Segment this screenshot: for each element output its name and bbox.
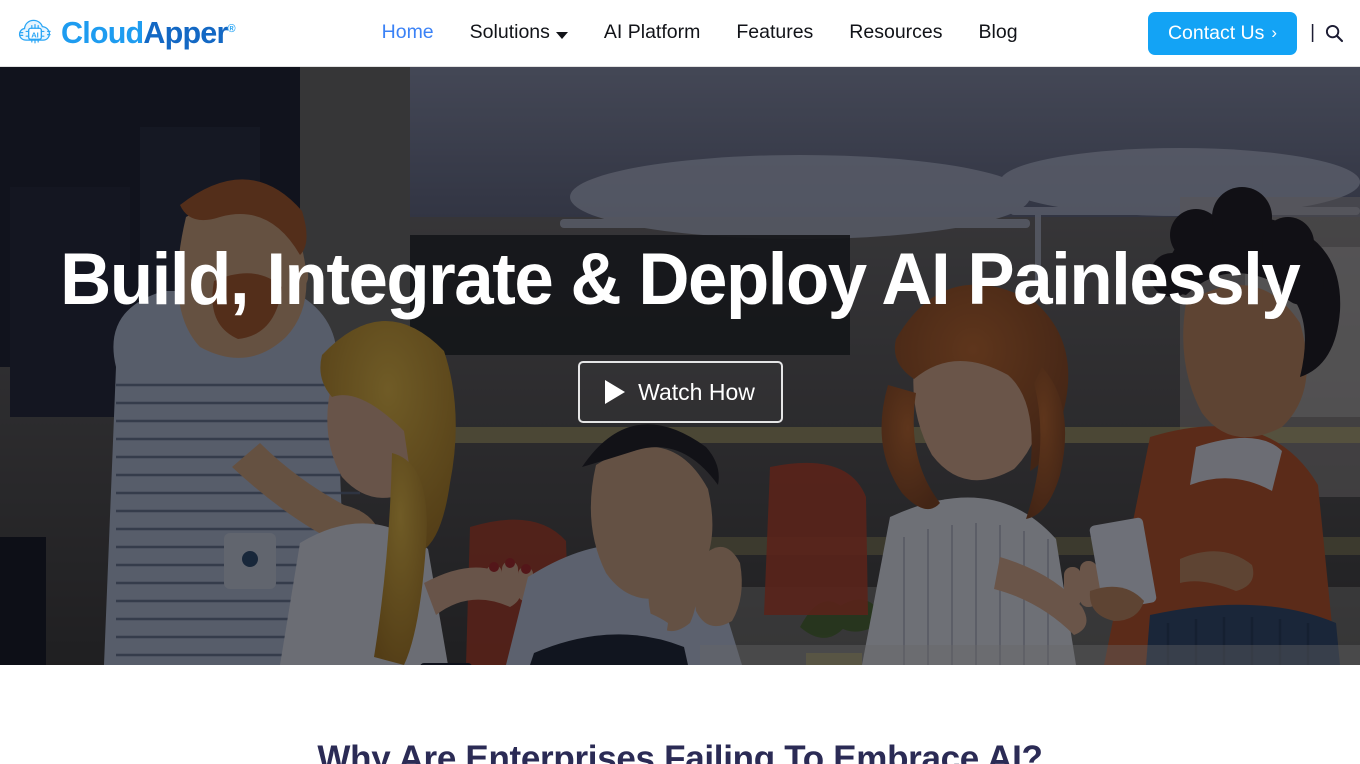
cloud-ai-chip-logo-icon: AI [16, 14, 54, 52]
brand-trademark-symbol: ® [227, 22, 236, 35]
svg-text:AI: AI [31, 30, 39, 39]
brand-name-part1: Cloud [61, 15, 144, 50]
chevron-down-icon [555, 31, 568, 39]
hero-section: Build, Integrate & Deploy AI Painlessly … [0, 67, 1360, 665]
header-actions: Contact Us › | [1147, 11, 1350, 55]
chevron-right-icon: › [1271, 22, 1278, 42]
nav-item-features-label: Features [736, 21, 814, 44]
why-enterprises-section: Why Are Enterprises Failing To Embrace A… [0, 665, 1360, 764]
nav-item-home[interactable]: Home [364, 23, 452, 43]
contact-us-button[interactable]: Contact Us › [1147, 11, 1298, 55]
nav-item-resources[interactable]: Resources [831, 23, 960, 43]
watch-how-label: Watch How [638, 378, 755, 405]
nav-item-ai-platform[interactable]: AI Platform [586, 23, 718, 43]
nav-item-ai-platform-label: AI Platform [603, 21, 701, 44]
watch-how-button[interactable]: Watch How [577, 361, 783, 423]
search-icon[interactable] [1324, 23, 1344, 43]
brand-name-part2: Apper [143, 15, 228, 50]
brand-name: CloudApper® [61, 18, 236, 49]
nav-item-home-label: Home [381, 21, 434, 44]
primary-nav: Home Solutions AI Platform Features Reso… [364, 23, 1036, 43]
play-triangle-icon [605, 380, 626, 404]
nav-item-blog[interactable]: Blog [961, 23, 1036, 43]
section-heading: Why Are Enterprises Failing To Embrace A… [317, 739, 1043, 764]
hero-heading: Build, Integrate & Deploy AI Painlessly [60, 239, 1301, 320]
nav-item-solutions[interactable]: Solutions [452, 23, 586, 43]
nav-item-blog-label: Blog [978, 21, 1018, 44]
nav-item-solutions-label: Solutions [469, 21, 550, 44]
contact-us-label: Contact Us [1167, 21, 1265, 44]
nav-item-resources-label: Resources [849, 21, 943, 44]
brand-logo-link[interactable]: AI CloudApper® [16, 14, 236, 52]
header-divider: | [1310, 22, 1315, 43]
nav-item-features[interactable]: Features [718, 23, 831, 43]
site-header: AI CloudApper® Home Solutions AI Platfor… [0, 0, 1360, 67]
